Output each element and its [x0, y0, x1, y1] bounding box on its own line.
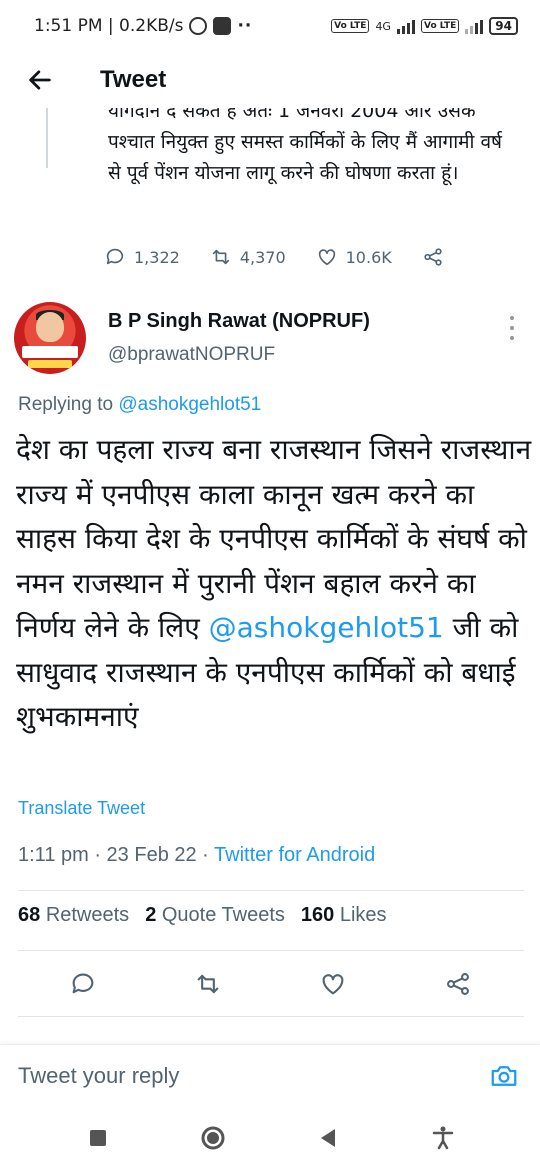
circle-icon — [201, 1126, 224, 1150]
square-icon — [89, 1130, 106, 1146]
like-action[interactable]: 10.6K — [316, 246, 392, 268]
page-title: Tweet — [100, 66, 167, 93]
tweet-source-link[interactable]: Twitter for Android — [214, 844, 375, 866]
battery-icon: 94 — [489, 17, 518, 35]
app-notification-icon — [213, 17, 232, 35]
retweet-count: 4,370 — [239, 247, 286, 267]
quote-tweets-stat[interactable]: 2 Quote Tweets — [145, 904, 285, 927]
status-time-speed: 1:51 PM | 0.2KB/s — [34, 16, 184, 36]
retweet-button[interactable] — [186, 962, 230, 1006]
volte-icon: Vo LTE — [331, 19, 370, 33]
more-notifications-icon: ·· — [237, 16, 253, 36]
divider — [18, 890, 524, 891]
divider — [18, 1016, 524, 1017]
volte-icon-2: Vo LTE — [420, 19, 460, 33]
divider — [18, 950, 524, 951]
tweet-actions — [0, 962, 540, 1006]
previous-tweet-text: योगदान दे सकते हैं अतः 1 जनवरी 2004 और उ… — [108, 108, 503, 184]
back-nav-button[interactable] — [306, 1116, 350, 1160]
tweet-author: B P Singh Rawat (NOPRUF) @bprawatNOPRUF — [0, 300, 540, 390]
replying-to-mention[interactable]: @ashokgehlot51 — [118, 394, 261, 415]
avatar[interactable] — [14, 302, 86, 374]
retweet-icon — [197, 974, 218, 994]
signal-icon — [396, 18, 415, 34]
previous-tweet-actions: 1,322 4,370 10.6K — [104, 246, 474, 268]
tweet-timestamp: 1:11 pm · 23 Feb 22 · — [18, 844, 215, 866]
retweets-stat[interactable]: 68 Retweets — [18, 904, 129, 927]
tweet-meta: 1:11 pm · 23 Feb 22 · Twitter for Androi… — [18, 844, 375, 867]
alarm-icon — [189, 17, 208, 35]
camera-icon — [491, 1065, 517, 1086]
accessibility-button[interactable] — [421, 1116, 465, 1160]
replying-to: Replying to @ashokgehlot51 — [18, 394, 261, 416]
camera-button[interactable] — [486, 1058, 522, 1094]
network-type-label: 4G — [375, 19, 391, 33]
header: Tweet — [0, 52, 540, 108]
retweet-action[interactable]: 4,370 — [210, 246, 286, 268]
system-nav-bar — [0, 1106, 540, 1170]
back-arrow-icon — [29, 70, 51, 90]
reply-action[interactable]: 1,322 — [104, 246, 180, 268]
like-count: 10.6K — [345, 247, 392, 267]
replying-prefix: Replying to — [18, 394, 114, 415]
share-icon — [446, 973, 469, 995]
reply-count: 1,322 — [134, 247, 180, 267]
accessibility-icon — [432, 1126, 453, 1150]
reply-input[interactable] — [18, 1062, 486, 1089]
heart-icon — [318, 249, 335, 266]
likes-stat[interactable]: 160 Likes — [301, 904, 387, 927]
tweet-mention-link[interactable]: @ashokgehlot51 — [209, 611, 444, 644]
author-handle[interactable]: @bprawatNOPRUF — [108, 344, 275, 366]
home-button[interactable] — [191, 1116, 235, 1160]
translate-tweet-link[interactable]: Translate Tweet — [18, 798, 145, 819]
recents-button[interactable] — [76, 1116, 120, 1160]
back-button[interactable] — [20, 60, 60, 100]
share-icon — [424, 248, 442, 266]
tweet-stats: 68 Retweets 2 Quote Tweets 160 Likes — [18, 904, 387, 927]
previous-tweet[interactable]: योगदान दे सकते हैं अतः 1 जनवरी 2004 और उ… — [0, 108, 540, 288]
status-right: Vo LTE 4G Vo LTE 94 — [331, 17, 518, 35]
triangle-back-icon — [320, 1129, 335, 1147]
reply-icon — [72, 973, 93, 994]
status-bar: 1:51 PM | 0.2KB/s ·· Vo LTE 4G Vo LTE 94 — [0, 0, 540, 52]
thread-line — [46, 108, 48, 168]
author-name[interactable]: B P Singh Rawat (NOPRUF) — [108, 310, 370, 333]
retweet-icon — [212, 249, 229, 265]
reply-icon — [106, 248, 124, 265]
signal-icon-2 — [465, 18, 484, 34]
heart-icon — [322, 974, 343, 995]
share-action[interactable] — [422, 246, 444, 268]
reply-button[interactable] — [61, 962, 105, 1006]
reply-bar — [0, 1044, 540, 1106]
tweet-text: देश का पहला राज्य बना राजस्थान जिसने राज… — [16, 428, 532, 740]
like-button[interactable] — [311, 962, 355, 1006]
status-left: 1:51 PM | 0.2KB/s ·· — [34, 16, 252, 36]
more-options-button[interactable] — [506, 316, 518, 340]
share-button[interactable] — [436, 962, 480, 1006]
